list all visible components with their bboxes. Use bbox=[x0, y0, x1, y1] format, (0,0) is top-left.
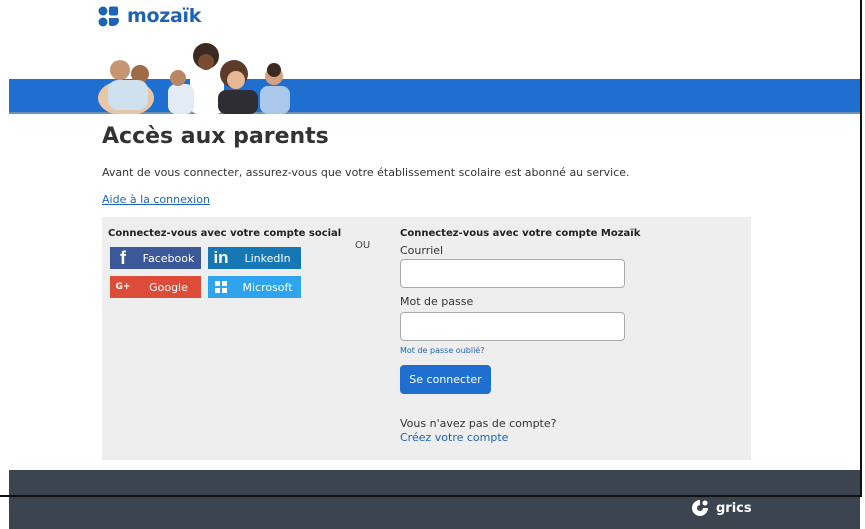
social-login-title: Connectez-vous avec votre compte social bbox=[108, 228, 342, 239]
create-account-link[interactable]: Créez votre compte bbox=[400, 431, 508, 444]
microsoft-icon bbox=[208, 276, 234, 298]
family-photo bbox=[98, 43, 290, 114]
linkedin-icon: in bbox=[213, 248, 229, 267]
facebook-icon: f bbox=[120, 247, 126, 268]
email-label: Courriel bbox=[400, 244, 444, 257]
microsoft-label: Microsoft bbox=[242, 280, 293, 294]
google-label: Google bbox=[149, 280, 188, 294]
footer bbox=[9, 470, 860, 495]
grics-logo: grics bbox=[690, 498, 752, 518]
linkedin-label: LinkedIn bbox=[244, 251, 291, 265]
google-button[interactable]: G+ Google bbox=[110, 276, 201, 298]
facebook-button[interactable]: f Facebook bbox=[110, 247, 201, 269]
linkedin-button[interactable]: in LinkedIn bbox=[208, 247, 301, 269]
page-title: Accès aux parents bbox=[102, 124, 329, 149]
mozaik-logo-icon bbox=[98, 6, 119, 27]
window-border-right bbox=[860, 0, 862, 497]
password-field[interactable] bbox=[400, 312, 625, 341]
mozaik-login-title: Connectez-vous avec votre compte Mozaïk bbox=[400, 228, 641, 239]
grics-logo-icon bbox=[692, 500, 708, 516]
or-separator: OU bbox=[355, 240, 371, 251]
login-button[interactable]: Se connecter bbox=[400, 365, 491, 394]
brand-name: mozaïk bbox=[127, 5, 202, 27]
no-account-text: Vous n'avez pas de compte? bbox=[400, 417, 557, 430]
mozaik-logo: mozaïk bbox=[97, 2, 201, 30]
grics-name: grics bbox=[716, 500, 752, 516]
microsoft-button[interactable]: Microsoft bbox=[208, 276, 301, 298]
password-label: Mot de passe bbox=[400, 295, 474, 308]
google-plus-icon: G+ bbox=[115, 282, 131, 292]
help-link[interactable]: Aide à la connexion bbox=[102, 193, 210, 206]
facebook-label: Facebook bbox=[142, 251, 195, 265]
email-field[interactable] bbox=[400, 259, 625, 288]
forgot-password-link[interactable]: Mot de passe oublié? bbox=[400, 346, 484, 355]
intro-text: Avant de vous connecter, assurez-vous qu… bbox=[102, 166, 630, 179]
